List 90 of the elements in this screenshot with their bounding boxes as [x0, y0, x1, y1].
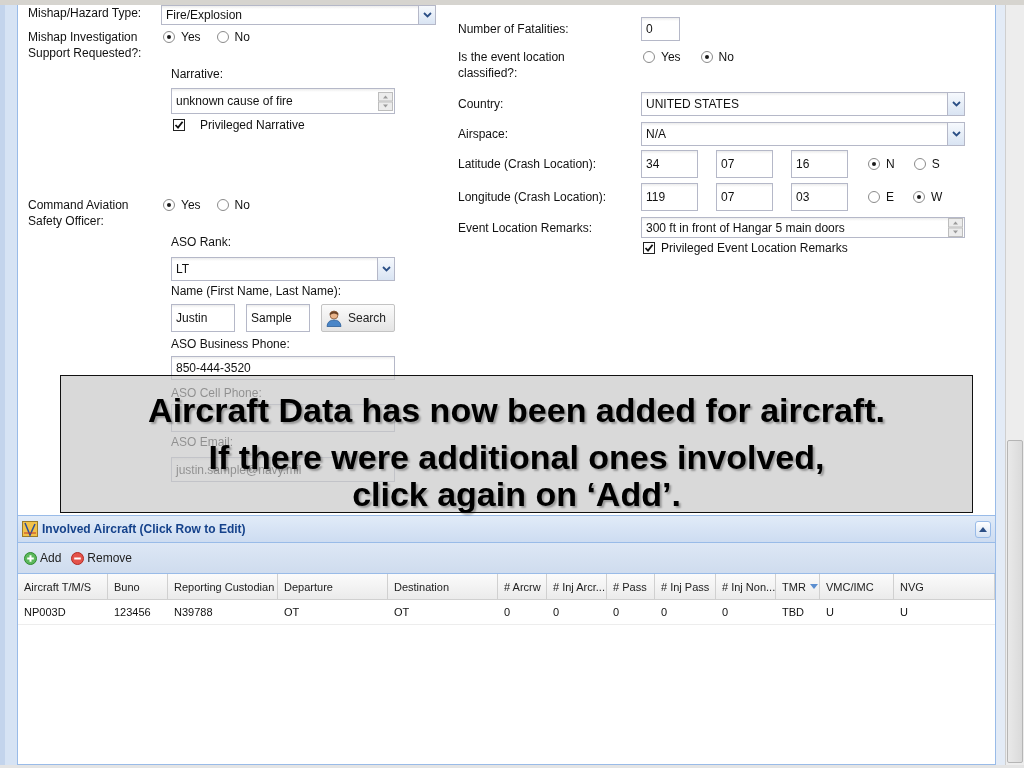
plus-icon: [24, 551, 37, 565]
scroll-arrows-icon: [378, 91, 393, 111]
column-header[interactable]: Aircraft T/M/S: [18, 574, 108, 599]
chevron-down-icon: [951, 131, 961, 137]
field-label: Number of Fatalities:: [458, 21, 570, 38]
text-field[interactable]: 07: [716, 183, 773, 211]
column-header[interactable]: Buno: [108, 574, 168, 599]
table-cell-text: 0: [660, 605, 669, 620]
field-label: Longitude (Crash Location):: [458, 189, 608, 206]
radio-option[interactable]: Yes: [163, 29, 201, 45]
table-cell-text: 0: [503, 605, 512, 620]
table-cell-text: 0: [552, 605, 561, 620]
text-field[interactable]: Justin: [171, 304, 235, 332]
caret-up-icon: [979, 526, 987, 532]
radio-option[interactable]: No: [216, 197, 250, 213]
column-header[interactable]: # Arcrw: [498, 574, 547, 599]
checkbox-option[interactable]: Privileged Narrative: [173, 118, 305, 132]
chevron-down-icon: [422, 12, 432, 18]
chart-tile-icon: [22, 521, 38, 537]
collapse-button[interactable]: [975, 520, 991, 538]
panel-title: Involved Aircraft (Click Row to Edit): [42, 522, 247, 536]
field-label: Latitude (Crash Location):: [458, 156, 598, 173]
column-header[interactable]: Departure: [278, 574, 388, 599]
person-icon: [326, 309, 342, 327]
radio-option[interactable]: S: [913, 156, 940, 172]
dropdown-button[interactable]: [418, 6, 435, 24]
column-header[interactable]: TMR: [776, 574, 820, 599]
text-field[interactable]: 850-444-3520: [171, 356, 395, 380]
column-header[interactable]: VMC/IMC: [820, 574, 894, 599]
field-label: Event Location Remarks:: [458, 220, 594, 237]
column-header[interactable]: Reporting Custodian: [168, 574, 278, 599]
table-cell-text: TBD: [781, 605, 805, 620]
column-header[interactable]: # Inj Pass: [655, 574, 716, 599]
column-header[interactable]: NVG: [894, 574, 995, 599]
chevron-down-icon: [381, 266, 391, 272]
radio-option[interactable]: Yes: [643, 49, 681, 65]
radio-option[interactable]: No: [216, 29, 250, 45]
text-field[interactable]: 07: [716, 150, 773, 178]
dropdown-button[interactable]: [377, 258, 394, 280]
text-area[interactable]: 300 ft in front of Hangar 5 main doors: [641, 217, 965, 238]
add-button[interactable]: Add: [23, 551, 63, 565]
dropdown[interactable]: N/A: [641, 122, 965, 146]
field-label: Mishap/Hazard Type:: [28, 5, 143, 21]
text-field[interactable]: 03: [791, 183, 848, 211]
column-header[interactable]: # Inj Arcr...: [547, 574, 607, 599]
column-header[interactable]: # Pass: [607, 574, 655, 599]
dropdown[interactable]: LT: [171, 257, 395, 281]
radio-option[interactable]: Yes: [163, 197, 201, 213]
field-label: ASO Business Phone:: [171, 337, 290, 351]
search-button[interactable]: Search: [321, 304, 395, 332]
chevron-down-icon: [951, 101, 961, 107]
text-field[interactable]: Sample: [246, 304, 310, 332]
text-field[interactable]: 34: [641, 150, 698, 178]
text-area[interactable]: unknown cause of fire: [171, 88, 395, 114]
scrollbar-track[interactable]: [1005, 5, 1024, 765]
table-cell-text: U: [825, 605, 835, 620]
field-label: Airspace:: [458, 126, 510, 143]
dropdown-button[interactable]: [947, 93, 964, 115]
table-cell-text: OT: [283, 605, 301, 620]
scroll-arrows-icon: [948, 218, 963, 237]
table-cell-text: 123456: [113, 605, 152, 620]
table-cell-text: U: [899, 605, 909, 620]
text-field[interactable]: 16: [791, 150, 848, 178]
table-cell-text: OT: [393, 605, 411, 620]
radio-option[interactable]: W: [913, 189, 943, 205]
column-header[interactable]: # Inj Non...: [716, 574, 776, 599]
table-cell-text: N39788: [173, 605, 214, 620]
field-label: Name (First Name, Last Name):: [171, 284, 342, 298]
table-cell-text: 0: [721, 605, 730, 620]
radio-option[interactable]: No: [700, 49, 734, 65]
text-field[interactable]: 0: [641, 17, 680, 41]
column-header[interactable]: Destination: [388, 574, 498, 599]
remove-button[interactable]: Remove: [70, 551, 134, 565]
field-label: Mishap Investigation Support Requested?:: [28, 29, 143, 61]
radio-option[interactable]: N: [868, 156, 895, 172]
field-label: Command Aviation Safety Officer:: [28, 197, 130, 229]
field-label: Is the event location classified?:: [458, 49, 566, 81]
field-label: Narrative:: [171, 67, 223, 81]
field-label: Country:: [458, 96, 505, 113]
dropdown-button[interactable]: [947, 123, 964, 145]
field-label: ASO Rank:: [171, 235, 232, 249]
text-field[interactable]: 119: [641, 183, 698, 211]
table-cell-text: NP003D: [23, 605, 67, 620]
scrollbar-thumb[interactable]: [1007, 440, 1023, 763]
table-cell-text: 0: [612, 605, 621, 620]
dropdown[interactable]: Fire/Explosion: [161, 5, 436, 25]
radio-option[interactable]: E: [868, 189, 894, 205]
dropdown[interactable]: UNITED STATES: [641, 92, 965, 116]
minus-icon: [71, 551, 85, 565]
checkbox-option[interactable]: Privileged Event Location Remarks: [643, 241, 848, 255]
